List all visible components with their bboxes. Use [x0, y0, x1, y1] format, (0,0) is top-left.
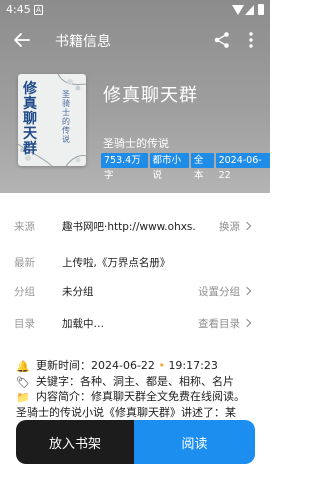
tag-category: 都市小说 [149, 153, 189, 181]
cover-title: 修真聊天群 [23, 81, 37, 157]
update-date: 2024-06-22 [91, 359, 155, 372]
summary-line: 📁 内容简介：修真聊天群全文免费在线阅读。 [16, 389, 272, 405]
tag-date: 2024-06-22 [215, 153, 270, 181]
status-time: 4:45 [6, 3, 31, 16]
summary-text-2: 圣骑士的传说小说《修真聊天群》讲述了：某 [16, 405, 236, 419]
signal-icon [245, 5, 254, 15]
update-time: 19:17:23 [168, 359, 218, 372]
latest-value: 上传啦,《万界点名册》 [62, 257, 171, 269]
folder-icon: 📁 [16, 391, 30, 404]
chevron-right-icon [242, 286, 252, 296]
source-row[interactable]: 来源 趣书网吧·http://www.ohxs.… 换源 [0, 208, 270, 244]
toc-value: 加载中… [62, 318, 104, 330]
update-label: 更新时间： [36, 359, 91, 372]
toc-label: 目录 [14, 318, 35, 330]
view-toc-button[interactable]: 查看目录 [198, 316, 240, 331]
keywords-text: 关键字：各种、洞主、都是、相称、名片 [36, 374, 234, 388]
status-bar: 4:45 A [0, 0, 270, 20]
book-author[interactable]: 圣骑士的传说 [103, 135, 169, 151]
tag-status: 全本 [190, 153, 214, 181]
read-button[interactable]: 阅读 [134, 420, 255, 464]
back-arrow-icon[interactable] [12, 30, 32, 50]
summary-text: 内容简介：修真聊天群全文免费在线阅读。 [36, 390, 245, 403]
set-group-button[interactable]: 设置分组 [198, 284, 240, 299]
keywords-line: 🏷 关键字：各种、洞主、都是、相称、名片 [16, 374, 272, 390]
group-row[interactable]: 分组 未分组 设置分组 [0, 273, 270, 309]
source-label: 来源 [14, 221, 35, 233]
page-title: 书籍信息 [55, 34, 111, 50]
book-cover[interactable]: 修真聊天群 圣骑士的传说 [18, 74, 86, 166]
bell-icon: 🔔 [16, 360, 30, 373]
update-line: 🔔 更新时间：2024-06-22 • 19:17:23 [16, 358, 272, 374]
latest-label: 最新 [14, 257, 35, 269]
chevron-right-icon [242, 318, 252, 328]
sim-icon: A [34, 5, 43, 15]
add-to-shelf-button[interactable]: 放入书架 [16, 420, 134, 464]
tag-icon: 🏷 [16, 375, 30, 389]
group-label: 分组 [14, 286, 35, 298]
change-source-button[interactable]: 换源 [219, 219, 240, 234]
cover-author: 圣骑士的传说 [62, 90, 70, 144]
battery-icon [258, 4, 264, 15]
source-value: 趣书网吧·http://www.ohxs.… [62, 221, 196, 233]
group-value: 未分组 [62, 286, 94, 298]
summary-line-2: 圣骑士的传说小说《修真聊天群》讲述了：某 [16, 405, 272, 421]
book-title: 修真聊天群 [103, 85, 198, 106]
chevron-right-icon [242, 221, 252, 231]
tag-word-count: 753.4万字 [101, 153, 148, 181]
wifi-icon [232, 5, 244, 15]
dot-separator: • [158, 359, 165, 372]
toc-row[interactable]: 目录 加载中… 查看目录 [0, 305, 270, 341]
book-intro: 🔔 更新时间：2024-06-22 • 19:17:23 🏷 关键字：各种、洞主… [16, 358, 272, 420]
book-tags: 753.4万字 都市小说 全本 2024-06-22 [101, 153, 270, 181]
more-vert-icon[interactable] [244, 31, 258, 49]
app-bar: 书籍信息 [0, 22, 270, 58]
share-icon[interactable] [213, 31, 231, 49]
